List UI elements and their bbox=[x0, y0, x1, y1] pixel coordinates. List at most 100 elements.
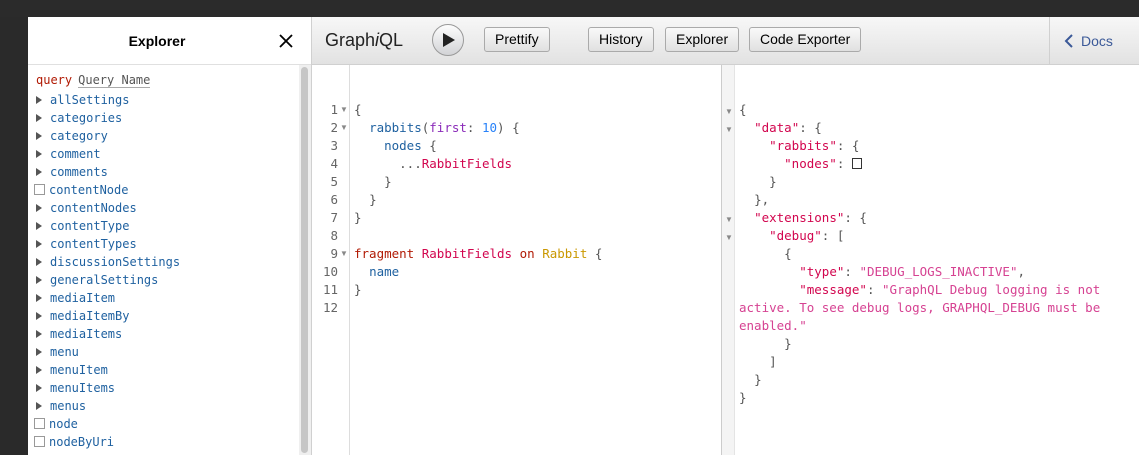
token: "debug" bbox=[769, 228, 822, 243]
execute-query-button[interactable] bbox=[432, 24, 464, 56]
explorer-field-nodebyuri[interactable]: nodeByUri bbox=[34, 433, 114, 451]
explorer-field-contenttype[interactable]: contentType bbox=[34, 217, 129, 235]
code-line-2: rabbits(first: 10) { bbox=[354, 119, 520, 137]
fold-arrow-icon[interactable]: ▼ bbox=[340, 245, 348, 263]
explorer-field-label: contentNodes bbox=[50, 201, 137, 215]
explorer-field-contentnodes[interactable]: contentNodes bbox=[34, 199, 137, 217]
caret-right-icon[interactable] bbox=[36, 239, 42, 248]
caret-right-icon[interactable] bbox=[36, 203, 42, 212]
explorer-field-generalsettings[interactable]: generalSettings bbox=[34, 271, 158, 289]
checkbox-icon[interactable] bbox=[34, 436, 45, 447]
window-top-strip bbox=[0, 0, 1139, 17]
caret-right-icon[interactable] bbox=[36, 293, 42, 302]
explorer-field-node[interactable]: node bbox=[34, 415, 78, 433]
caret-right-icon[interactable] bbox=[36, 311, 42, 320]
token: "data" bbox=[754, 120, 800, 135]
explorer-field-contentnode[interactable]: contentNode bbox=[34, 181, 128, 199]
result-line: "data": { bbox=[754, 120, 822, 135]
caret-right-icon[interactable] bbox=[36, 257, 42, 266]
token: ... bbox=[399, 156, 422, 171]
explorer-pane: Explorer query Query Name allSettings cate… bbox=[28, 17, 312, 455]
explorer-field-categories[interactable]: categories bbox=[34, 109, 122, 127]
fold-arrow-icon[interactable]: ▼ bbox=[725, 121, 733, 139]
explorer-field-contenttypes[interactable]: contentTypes bbox=[34, 235, 137, 253]
explorer-button[interactable]: Explorer bbox=[665, 27, 740, 52]
history-button[interactable]: History bbox=[588, 27, 654, 52]
line-number: 9 bbox=[330, 246, 338, 261]
explorer-field-mediaitems[interactable]: mediaItems bbox=[34, 325, 122, 343]
fold-arrow-icon[interactable]: ▼ bbox=[725, 103, 733, 121]
explorer-field-label: menus bbox=[50, 399, 87, 413]
caret-right-icon[interactable] bbox=[36, 401, 42, 410]
token: Rabbit bbox=[542, 246, 588, 261]
explorer-field-label: mediaItems bbox=[50, 327, 123, 341]
explorer-scrollbar-thumb[interactable] bbox=[301, 67, 308, 453]
code-line-7: } bbox=[354, 209, 362, 227]
result-line: "nodes": bbox=[739, 155, 862, 173]
explorer-field-label: node bbox=[49, 417, 78, 431]
caret-right-icon[interactable] bbox=[36, 275, 42, 284]
caret-right-icon[interactable] bbox=[36, 131, 42, 140]
docs-button[interactable]: Docs bbox=[1049, 17, 1139, 64]
play-icon bbox=[443, 33, 455, 47]
code-line-5: } bbox=[354, 173, 392, 191]
result-gutter: ▼ ▼ ▼ ▼ bbox=[722, 65, 735, 455]
explorer-field-menuitem[interactable]: menuItem bbox=[34, 361, 108, 379]
code-line-4: ...RabbitFields bbox=[354, 155, 512, 173]
result-line: { bbox=[784, 246, 792, 261]
code-line-11: } bbox=[354, 281, 362, 299]
prettify-button[interactable]: Prettify bbox=[484, 27, 550, 52]
token: "DEBUG_LOGS_INACTIVE" bbox=[859, 264, 1018, 279]
fold-arrow-icon[interactable]: ▼ bbox=[725, 211, 733, 229]
checkbox-icon[interactable] bbox=[34, 418, 45, 429]
explorer-field-comments[interactable]: comments bbox=[34, 163, 108, 181]
explorer-field-label: menu bbox=[50, 345, 79, 359]
explorer-field-label: menuItem bbox=[50, 363, 108, 377]
explorer-scrollbar[interactable] bbox=[299, 65, 311, 455]
result-line: active. To see debug logs, GRAPHQL_DEBUG… bbox=[739, 299, 1100, 317]
caret-right-icon[interactable] bbox=[36, 95, 42, 104]
query-editor-gutter: 1 ▼ 2 ▼ 3 4 5 6 7 8 9 ▼ 10 11 12 bbox=[312, 65, 350, 455]
token: "GraphQL Debug logging is not bbox=[882, 282, 1101, 297]
token: "type" bbox=[799, 264, 845, 279]
explorer-field-allsettings[interactable]: allSettings bbox=[34, 91, 129, 109]
fold-arrow-icon[interactable]: ▼ bbox=[725, 229, 733, 247]
query-keyword: query bbox=[36, 73, 73, 87]
explorer-field-list: query Query Name allSettings categories cat… bbox=[28, 65, 298, 455]
code-exporter-button[interactable]: Code Exporter bbox=[749, 27, 862, 52]
query-editor[interactable]: 1 ▼ 2 ▼ 3 4 5 6 7 8 9 ▼ 10 11 12 { rabbits(first: 10) … bbox=[312, 65, 721, 455]
caret-right-icon[interactable] bbox=[36, 149, 42, 158]
line-number: 6 bbox=[330, 192, 338, 207]
explorer-field-category[interactable]: category bbox=[34, 127, 108, 145]
checkbox-icon[interactable] bbox=[34, 184, 45, 195]
caret-right-icon[interactable] bbox=[36, 347, 42, 356]
explorer-field-mediaitem[interactable]: mediaItem bbox=[34, 289, 115, 307]
result-line: } bbox=[769, 174, 777, 189]
caret-right-icon[interactable] bbox=[36, 113, 42, 122]
explorer-field-discussionsettings[interactable]: discussionSettings bbox=[34, 253, 180, 271]
token: "nodes" bbox=[784, 156, 837, 171]
query-name-input[interactable]: Query Name bbox=[78, 73, 151, 88]
explorer-field-menu[interactable]: menu bbox=[34, 343, 79, 361]
result-code: { "data": { "rabbits": { "nodes": } }, "… bbox=[722, 65, 1139, 405]
explorer-field-menuitems[interactable]: menuItems bbox=[34, 379, 115, 397]
caret-right-icon[interactable] bbox=[36, 167, 42, 176]
explorer-field-menus[interactable]: menus bbox=[34, 397, 86, 415]
explorer-field-mediaitemby[interactable]: mediaItemBy bbox=[34, 307, 129, 325]
token: } bbox=[369, 192, 377, 207]
caret-right-icon[interactable] bbox=[36, 365, 42, 374]
code-line-1: { bbox=[354, 101, 362, 119]
explorer-field-label: contentNode bbox=[49, 183, 129, 197]
close-icon[interactable] bbox=[276, 31, 296, 51]
fold-arrow-icon[interactable]: ▼ bbox=[340, 101, 348, 119]
explorer-field-label: nodeByUri bbox=[49, 435, 115, 449]
caret-right-icon[interactable] bbox=[36, 329, 42, 338]
graphiql-title: GraphiQL bbox=[325, 17, 403, 64]
docs-label: Docs bbox=[1081, 33, 1113, 49]
explorer-field-comment[interactable]: comment bbox=[34, 145, 101, 163]
caret-right-icon[interactable] bbox=[36, 383, 42, 392]
token: ) { bbox=[497, 120, 520, 135]
fold-arrow-icon[interactable]: ▼ bbox=[340, 119, 348, 137]
caret-right-icon[interactable] bbox=[36, 221, 42, 230]
explorer-field-label: comment bbox=[50, 147, 101, 161]
